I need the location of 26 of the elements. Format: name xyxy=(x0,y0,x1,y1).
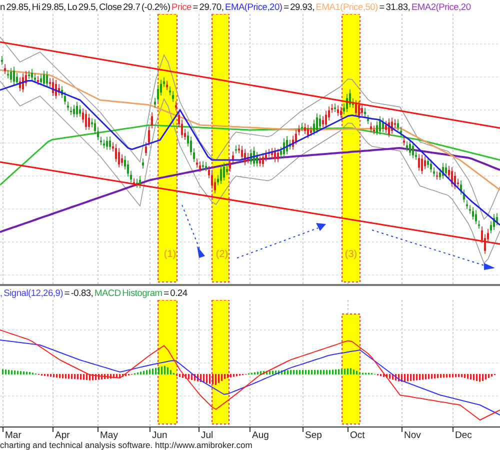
legend-text: EMA1(Price,50) xyxy=(316,2,378,12)
legend-text: Price xyxy=(172,2,192,12)
legend-text: = 0.24 xyxy=(164,288,188,298)
legend-text: , Signal(12,26,9) xyxy=(0,288,63,298)
marker-label: (3) xyxy=(344,249,358,260)
legend-text: = 29.93, xyxy=(284,2,314,12)
month-label: Nov xyxy=(404,430,421,440)
legend-text: MACD Histogram xyxy=(94,288,162,298)
legend-text: EMA2(Price,20 xyxy=(411,2,471,12)
legend-text: = 29.70, xyxy=(192,2,224,12)
month-label: Dec xyxy=(455,430,472,440)
month-label: Jun xyxy=(152,430,168,440)
legend-text: = 31.83, xyxy=(379,2,410,12)
month-label: Aug xyxy=(252,430,269,440)
month-label: Mar xyxy=(5,430,22,440)
legend-text: = -0.83, xyxy=(64,288,94,298)
month-label: Sep xyxy=(305,430,322,440)
month-label: May xyxy=(100,430,118,440)
month-label: Apr xyxy=(55,430,70,440)
legend-text: EMA(Price,20) xyxy=(225,2,282,12)
month-label: Oct xyxy=(350,430,365,440)
legend-text: n 29.85, Hi 29.85, Lo 29.5, Close 29.7 (-0.2%) xyxy=(0,2,170,12)
marker-label: (1) xyxy=(164,249,176,260)
month-label: Jul xyxy=(201,430,214,440)
footer-text: charting and technical analysis software. http://www.amibroker.com xyxy=(0,440,254,450)
marker-label: (2) xyxy=(216,249,228,260)
